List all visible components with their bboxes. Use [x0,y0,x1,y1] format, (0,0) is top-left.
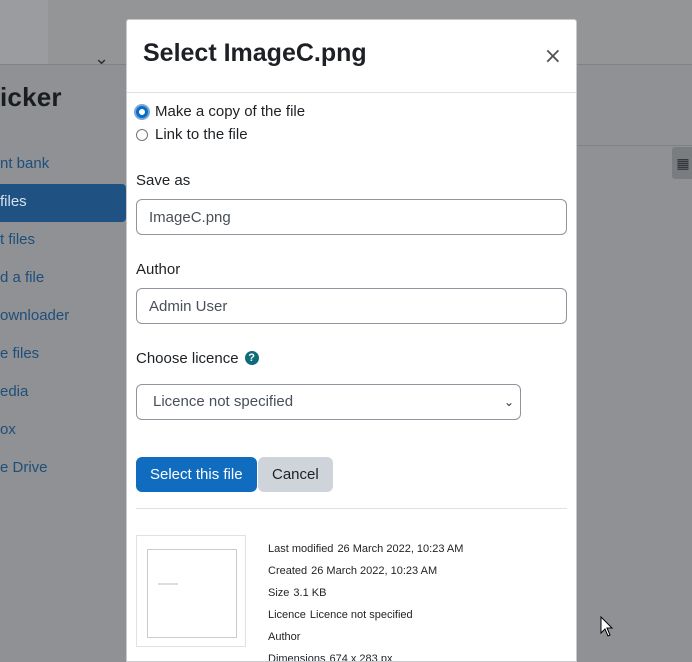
detail-licence: Licence Licence not specified [268,604,463,626]
help-icon[interactable]: ? [244,351,259,366]
chevron-down-icon: ⌄ [503,395,514,409]
licence-label-row: Choose licence? [136,350,259,367]
detail-label: Size [268,587,290,599]
option-copy-label: Make a copy of the file [155,103,306,120]
select-file-button[interactable]: Select this file [136,457,257,492]
sidebar-item: d a file [0,269,45,286]
sidebar-item: ownloader [0,307,70,324]
radio-link[interactable] [136,128,148,141]
image-thumbnail [147,549,237,638]
background-column [0,0,48,64]
licence-select[interactable]: Licence not specified ⌄ [136,384,521,420]
dialog-title: Select ImageC.png [143,39,367,67]
detail-label: Created [268,565,308,577]
detail-size: Size 3.1 KB [268,582,463,604]
author-label: Author [136,261,181,278]
detail-value: 26 March 2022, 10:23 AM [311,565,438,577]
thumbnail-content [158,583,178,585]
cancel-button[interactable]: Cancel [258,457,333,492]
licence-selected-value: Licence not specified [153,393,294,410]
detail-label: Dimensions [268,653,326,662]
detail-value: 26 March 2022, 10:23 AM [337,543,464,555]
detail-label: Last modified [268,543,334,555]
option-link[interactable]: Link to the file [135,123,248,146]
file-preview [136,535,246,647]
licence-label: Choose licence [136,350,239,367]
sidebar-item: e Drive [0,459,48,476]
detail-label: Author [268,631,301,643]
sidebar-item: e files [0,345,40,362]
file-details: Last modified 26 March 2022, 10:23 AM Cre… [268,538,463,662]
option-link-label: Link to the file [155,126,248,143]
author-input[interactable] [136,288,567,324]
detail-value: Licence not specified [309,609,413,621]
close-icon[interactable]: × [544,46,562,68]
detail-value: 674 x 283 px [329,653,393,662]
background-file-panel [576,145,692,146]
sidebar-item-active: files [0,184,126,222]
divider [136,508,567,509]
detail-last-modified: Last modified 26 March 2022, 10:23 AM [268,538,463,560]
sidebar-item: edia [0,383,29,400]
grid-icon: ▦ [672,147,692,179]
chevron-down-icon: ⌄ [94,48,110,68]
radio-copy[interactable] [136,105,148,118]
background-sidebar: nt bank files t files d a file ownloader… [0,146,126,488]
detail-value: 3.1 KB [293,587,327,599]
sidebar-item: nt bank [0,155,50,172]
save-as-input[interactable] [136,199,567,235]
detail-label: Licence [268,609,306,621]
mouse-cursor-icon [600,616,614,637]
sidebar-item: t files [0,231,36,248]
sidebar-item: ox [0,421,16,438]
select-file-dialog: Select ImageC.png × Make a copy of the f… [126,19,577,662]
save-as-label: Save as [136,172,191,189]
background-heading: icker [0,82,62,112]
dialog-header: Select ImageC.png × [127,20,576,93]
detail-created: Created 26 March 2022, 10:23 AM [268,560,463,582]
detail-author: Author [268,626,463,648]
option-copy[interactable]: Make a copy of the file [135,100,305,123]
